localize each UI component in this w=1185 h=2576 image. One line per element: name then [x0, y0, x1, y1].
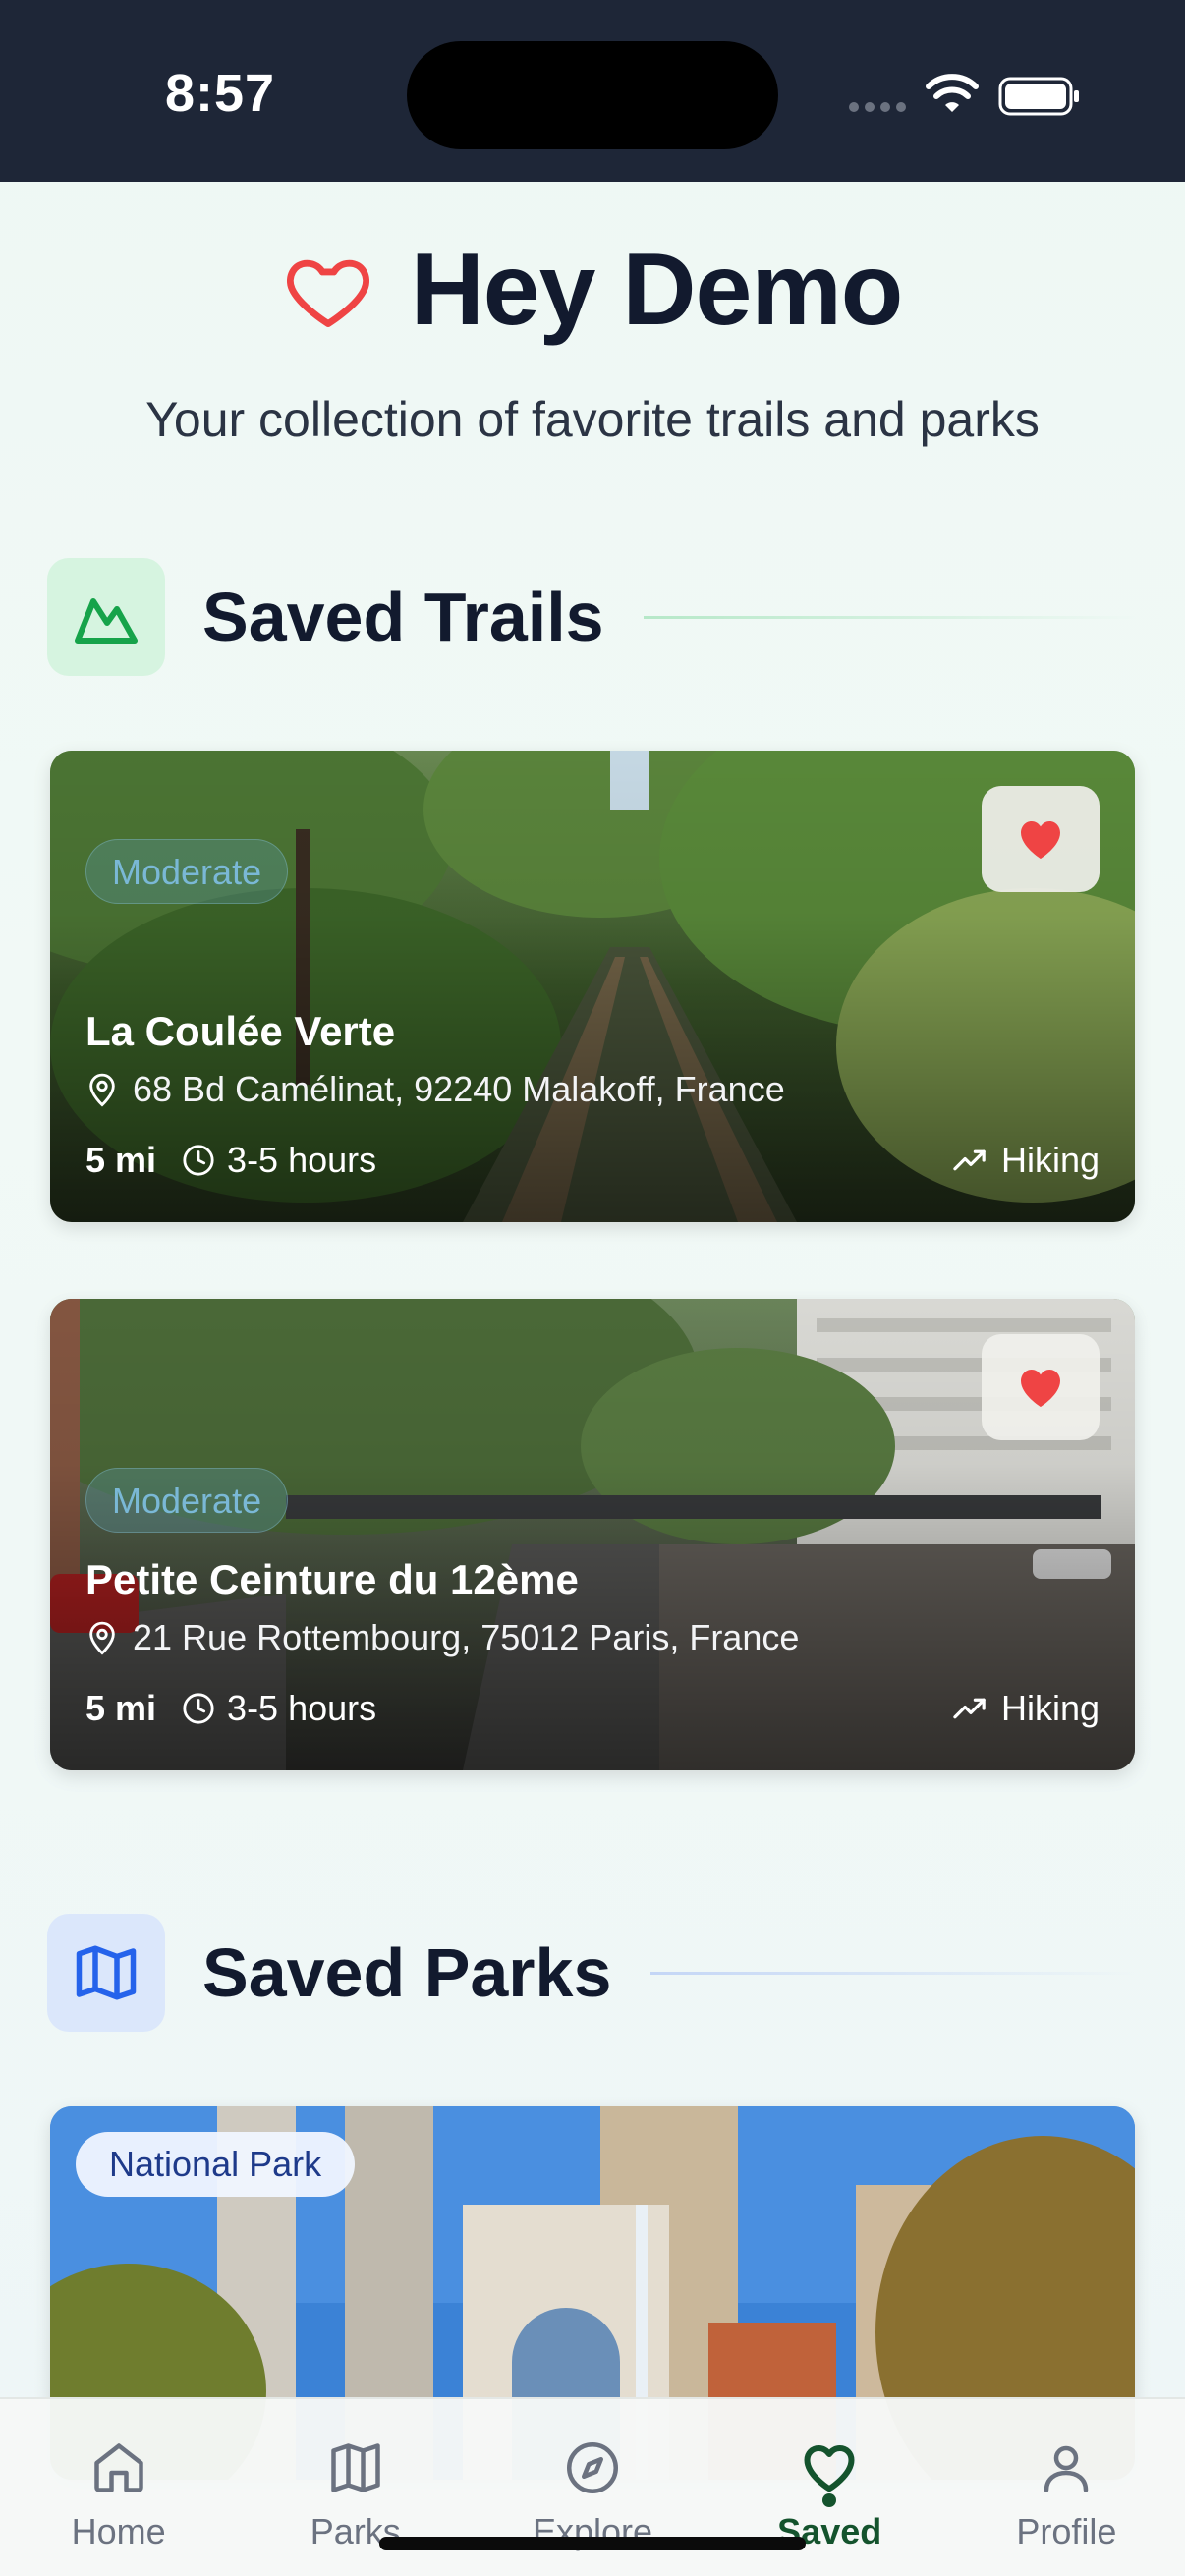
- trail-distance: 5 mi: [85, 1688, 157, 1728]
- page-header: Hey Demo: [0, 231, 1185, 349]
- page-subtitle: Your collection of favorite trails and p…: [145, 392, 1040, 447]
- trail-activity-text: Hiking: [1000, 1688, 1100, 1728]
- wifi-icon: [926, 74, 979, 112]
- trail-card[interactable]: Moderate Petite Ceinture du 12ème 21 Rue…: [50, 1299, 1135, 1770]
- saved-parks-header: Saved Parks: [47, 1914, 1138, 2032]
- trail-activity-text: Hiking: [1000, 1140, 1100, 1180]
- trail-address-text: 68 Bd Camélinat, 92240 Malakoff, France: [133, 1069, 785, 1109]
- active-indicator: [822, 2493, 837, 2507]
- home-icon: [93, 2443, 143, 2492]
- favorite-button[interactable]: [982, 1334, 1100, 1440]
- status-time: 8:57: [165, 64, 276, 123]
- section-divider: [643, 615, 1138, 619]
- trail-duration-text: 3-5 hours: [227, 1140, 377, 1180]
- dynamic-island: [407, 41, 778, 149]
- compass-icon: [567, 2442, 618, 2493]
- trail-activity: Hiking: [952, 1688, 1100, 1729]
- trail-name: La Coulée Verte: [85, 1008, 396, 1054]
- cellular-signal-icon: [849, 102, 906, 112]
- difficulty-badge: Moderate: [85, 839, 289, 904]
- trail-activity: Hiking: [952, 1140, 1100, 1181]
- section-icon-box: [47, 558, 165, 676]
- section-title: Saved Parks: [202, 1934, 612, 2011]
- trending-up-icon: [953, 1698, 986, 1719]
- tab-label: Home: [71, 2511, 166, 2551]
- mountain-icon: [75, 598, 138, 644]
- heart-filled-icon: [1021, 1370, 1060, 1407]
- trail-distance: 5 mi: [85, 1140, 157, 1180]
- clock-icon: [183, 1693, 214, 1724]
- location-pin-icon: [89, 1073, 115, 1107]
- map-icon: [331, 2443, 380, 2492]
- saved-trails-header: Saved Trails: [47, 558, 1138, 676]
- tab-label: Profile: [1016, 2511, 1117, 2551]
- section-title: Saved Trails: [202, 579, 604, 655]
- heart-icon: [286, 259, 369, 327]
- trail-name: Petite Ceinture du 12ème: [85, 1556, 579, 1602]
- trail-card[interactable]: Moderate La Coulée Verte 68 Bd Camélinat…: [50, 751, 1135, 1222]
- favorite-button[interactable]: [982, 786, 1100, 892]
- page-title: Hey Demo: [410, 232, 904, 347]
- trending-up-icon: [953, 1149, 986, 1171]
- section-divider: [650, 1971, 1138, 1975]
- trail-address-text: 21 Rue Rottembourg, 75012 Paris, France: [133, 1617, 800, 1657]
- battery-icon: [998, 77, 1079, 116]
- status-bar: 8:57: [0, 0, 1185, 182]
- trail-duration: 3-5 hours: [182, 1140, 376, 1181]
- home-indicator: [379, 2537, 806, 2550]
- trail-address: 68 Bd Camélinat, 92240 Malakoff, France: [85, 1069, 785, 1110]
- user-icon: [1044, 2445, 1089, 2492]
- tab-home[interactable]: Home: [0, 2399, 237, 2576]
- trail-duration: 3-5 hours: [182, 1688, 376, 1729]
- difficulty-badge: Moderate: [85, 1468, 289, 1533]
- location-pin-icon: [89, 1621, 115, 1655]
- heart-filled-icon: [1021, 821, 1060, 859]
- heart-icon: [804, 2445, 855, 2492]
- trail-duration-text: 3-5 hours: [227, 1688, 377, 1728]
- tab-profile[interactable]: Profile: [948, 2399, 1185, 2576]
- map-icon: [76, 1945, 137, 2000]
- clock-icon: [183, 1145, 214, 1176]
- section-icon-box: [47, 1914, 165, 2032]
- trail-address: 21 Rue Rottembourg, 75012 Paris, France: [85, 1617, 799, 1658]
- park-type-badge: National Park: [76, 2132, 356, 2197]
- trail-meta: 5 mi 3-5 hours Hiking: [85, 1140, 1100, 1181]
- trail-meta: 5 mi 3-5 hours Hiking: [85, 1688, 1100, 1729]
